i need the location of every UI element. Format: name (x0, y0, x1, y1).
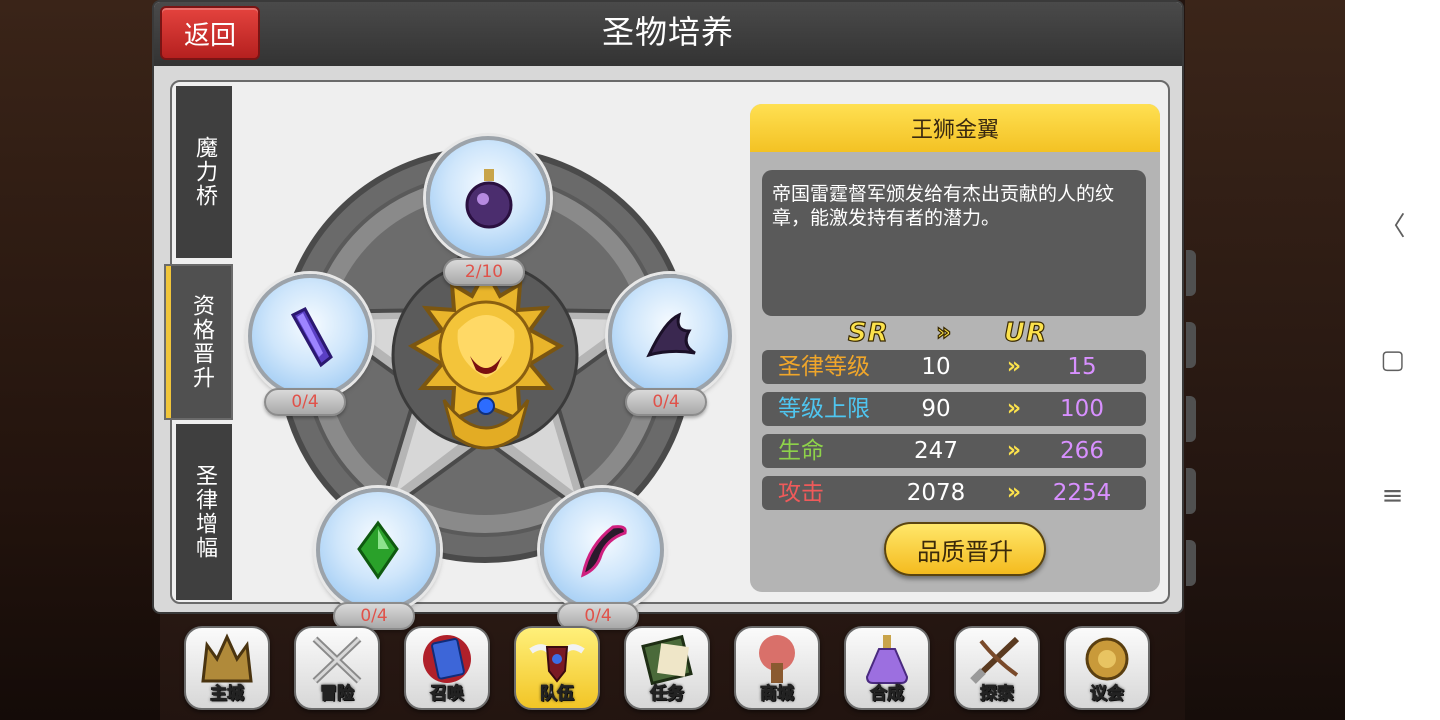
rank-to-badge: UR (1003, 317, 1048, 348)
rank-from-badge: SR (847, 317, 889, 348)
nav-label: 探索 (980, 684, 1015, 705)
stat-next: 2254 (1052, 480, 1112, 506)
tab-label: 圣律增幅 (192, 464, 217, 560)
stat-label: 等级上限 (778, 396, 870, 422)
purple-crystal-icon (252, 278, 368, 394)
nav-label: 队伍 (540, 684, 575, 705)
stat-label: 生命 (778, 438, 824, 464)
upgrade-arrow-icon: » (1006, 480, 1021, 505)
nav-label: 冒险 (320, 684, 355, 705)
rank-arrow-icon: » (935, 317, 953, 346)
stat-row-law-level: 圣律等级 10 » 15 (762, 350, 1146, 384)
golden-lion-emblem-icon[interactable] (400, 260, 572, 460)
material-slot-bottom-left[interactable] (316, 488, 440, 612)
dark-fang-icon (544, 492, 660, 608)
nav-summon[interactable]: 召唤 (404, 626, 490, 710)
content-area: 魔力桥 资格晋升 圣律增幅 2/10 0/4 0/4 0/4 0/4 王狮金翼 … (166, 80, 1170, 630)
nav-explore[interactable]: 探索 (954, 626, 1040, 710)
system-navigation-bar: 〈 ▢ ≡ (1345, 0, 1440, 720)
nav-team[interactable]: 队伍 (514, 626, 600, 710)
nav-label: 议会 (1090, 684, 1125, 705)
tab-label: 魔力桥 (192, 136, 217, 208)
background-left (0, 0, 160, 720)
nav-label: 主城 (210, 684, 245, 705)
nav-main-city[interactable]: 主城 (184, 626, 270, 710)
nav-label: 召唤 (430, 684, 465, 705)
relic-info-panel: 王狮金翼 帝国雷霆督军颁发给有杰出贡献的人的纹章，能激发持有者的潜力。 SR »… (750, 104, 1160, 592)
stat-row-attack: 攻击 2078 » 2254 (762, 476, 1146, 510)
stat-current: 90 (921, 396, 951, 422)
background-right (1185, 0, 1345, 720)
stat-current: 10 (921, 354, 951, 380)
relic-name: 王狮金翼 (750, 104, 1160, 152)
bottom-navigation: 主城 冒险 召唤 队伍 任务 商城 合成 探索 议会 (182, 626, 1162, 716)
page-title: 圣物培养 (601, 13, 734, 51)
green-gem-icon (320, 492, 436, 608)
material-slot-right[interactable] (608, 274, 732, 398)
rank-row: SR » UR (750, 317, 1160, 354)
potion-bottle-icon (430, 140, 546, 256)
upgrade-arrow-icon: » (1006, 396, 1021, 421)
upgrade-arrow-icon: » (1006, 354, 1021, 379)
stat-next: 15 (1067, 354, 1097, 380)
stat-row-hp: 生命 247 » 266 (762, 434, 1146, 468)
nav-quest[interactable]: 任务 (624, 626, 710, 710)
stat-current: 2078 (906, 480, 966, 506)
nav-label: 任务 (650, 684, 685, 705)
stat-row-level-cap: 等级上限 90 » 100 (762, 392, 1146, 426)
panel-header: 圣物培养 返回 (154, 2, 1182, 66)
nav-synthesis[interactable]: 合成 (844, 626, 930, 710)
material-slot-bottom-right[interactable] (540, 488, 664, 612)
stat-label: 攻击 (778, 480, 824, 506)
nav-label: 合成 (870, 684, 905, 705)
relic-wheel: 2/10 0/4 0/4 0/4 0/4 (248, 136, 732, 630)
material-count: 2/10 (443, 258, 525, 286)
material-slot-top[interactable] (426, 136, 550, 260)
nav-council[interactable]: 议会 (1064, 626, 1150, 710)
relic-cultivation-panel: 圣物培养 返回 魔力桥 资格晋升 圣律增幅 2/10 0/4 0/4 0/4 0… (152, 0, 1184, 630)
nav-adventure[interactable]: 冒险 (294, 626, 380, 710)
stat-current: 247 (914, 438, 958, 464)
material-count: 0/4 (264, 388, 346, 416)
tab-law-amplify[interactable]: 圣律增幅 (176, 424, 232, 600)
stat-next: 266 (1060, 438, 1104, 464)
quality-upgrade-button[interactable]: 品质晋升 (884, 522, 1046, 576)
tab-magic-bridge[interactable]: 魔力桥 (176, 86, 232, 258)
dark-claw-icon (612, 278, 728, 394)
material-count: 0/4 (625, 388, 707, 416)
upgrade-arrow-icon: » (1006, 438, 1021, 463)
tab-label: 资格晋升 (189, 294, 214, 390)
stat-next: 100 (1060, 396, 1104, 422)
back-chevron-icon[interactable]: 〈 (1345, 194, 1440, 254)
nav-label: 商城 (760, 684, 795, 705)
nav-shop[interactable]: 商城 (734, 626, 820, 710)
tab-qualification-upgrade[interactable]: 资格晋升 (166, 266, 231, 418)
material-slot-left[interactable] (248, 274, 372, 398)
back-button[interactable]: 返回 (160, 6, 260, 60)
relic-description: 帝国雷霆督军颁发给有杰出贡献的人的纹章，能激发持有者的潜力。 (762, 170, 1146, 316)
menu-lines-icon[interactable]: ≡ (1345, 466, 1440, 526)
stat-label: 圣律等级 (778, 354, 870, 380)
home-square-icon[interactable]: ▢ (1345, 330, 1440, 390)
